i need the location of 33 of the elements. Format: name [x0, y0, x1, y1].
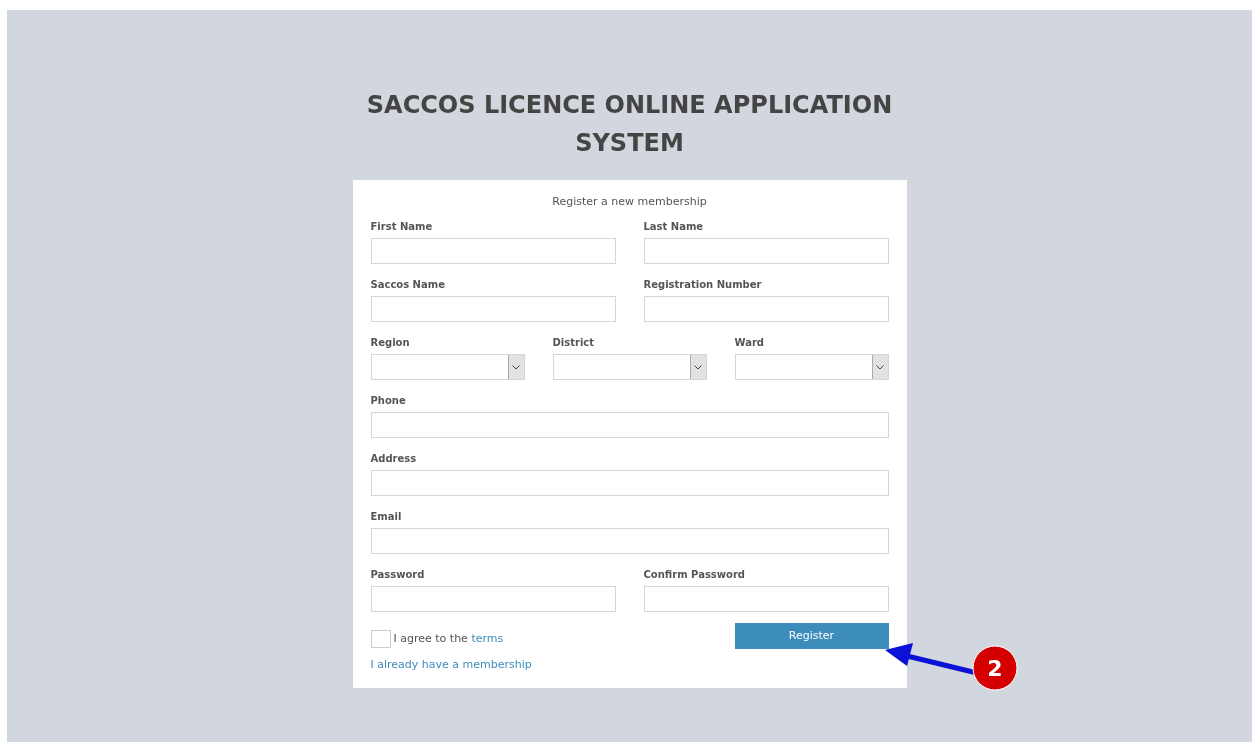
- register-button[interactable]: Register: [734, 623, 889, 649]
- field-label: Last Name: [643, 221, 705, 233]
- field-label: Confirm Password: [643, 569, 746, 581]
- select-field[interactable]: [734, 354, 889, 380]
- field-label: Saccos Name: [370, 279, 446, 291]
- select-field[interactable]: [370, 354, 525, 380]
- input-field[interactable]: [643, 296, 889, 322]
- field-label: First Name: [370, 221, 434, 233]
- form-heading: Register a new membership: [551, 195, 708, 209]
- field-label: Email: [370, 511, 403, 523]
- agree-text: I agree to the: [393, 631, 468, 645]
- field-label: Password: [370, 569, 426, 581]
- input-field[interactable]: [370, 412, 889, 438]
- terms-link[interactable]: terms: [471, 631, 504, 645]
- input-field[interactable]: [643, 586, 889, 612]
- agree-checkbox[interactable]: [370, 630, 391, 648]
- select-field[interactable]: [552, 354, 707, 380]
- callout-badge: [972, 645, 1018, 691]
- input-field[interactable]: [370, 528, 889, 554]
- input-field[interactable]: [370, 238, 616, 264]
- field-label: Phone: [370, 395, 407, 407]
- field-label: Registration Number: [643, 279, 763, 291]
- field-label: District: [552, 337, 596, 349]
- input-field[interactable]: [643, 238, 889, 264]
- page-title: SACCOS LICENCE ONLINE APPLICATION SYSTEM: [365, 90, 894, 159]
- input-field[interactable]: [370, 470, 889, 496]
- input-field[interactable]: [370, 296, 616, 322]
- field-label: Ward: [734, 337, 765, 349]
- login-link[interactable]: I already have a membership: [370, 657, 532, 674]
- input-field[interactable]: [370, 586, 616, 612]
- callout-number: 2: [987, 656, 1003, 681]
- field-label: Address: [370, 453, 418, 465]
- field-label: Region: [370, 337, 411, 349]
